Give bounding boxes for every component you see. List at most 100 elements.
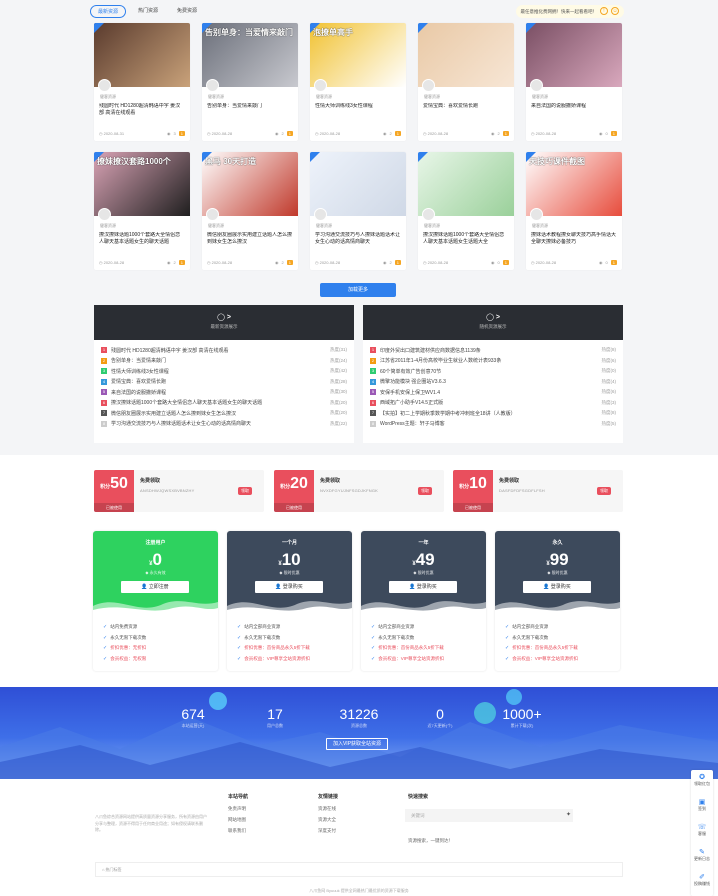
resource-card[interactable]: 黑马 30天打造 健客资源 微信朋友圈展示实用建立话题人怎么撩到妹女生怎么撩汉 ◷ 2… <box>202 152 298 270</box>
card-thumbnail[interactable] <box>418 23 514 87</box>
rank-item-title[interactable]: 学习沟通交流技巧与人撩妹话题话术让女生心动的话高情商聊天 <box>111 420 330 427</box>
stat-value: 0 <box>436 706 444 722</box>
notice-bar[interactable]: 最任意推化费网拥！快来一起看看吧！ ! ☺ <box>515 4 624 18</box>
rank-item-title[interactable]: 残圆时代 HD1280超清韩语中字 姜汉部 高清在线观看 <box>111 347 330 354</box>
rank-item-title[interactable]: 爱情宝典：喜欢爱情长跑 <box>111 378 330 385</box>
resource-card[interactable]: 天技巧课件截图 健客资源 撩妹话术教程撩女聊天技巧高手情话大全聊天撩妹必备技巧 ◷ 2… <box>526 152 622 270</box>
rank-item-title[interactable]: 性情大师训练线3女性课程 <box>111 368 330 375</box>
rank-item[interactable]: 2 告别单身：当爱情来敲门 热度(24) <box>101 356 347 367</box>
rank-item[interactable]: 4 微擎功能模块 强企圈站V3.6.3 热度(4) <box>370 377 616 388</box>
rank-item[interactable]: 7 微信朋友圈展示实用建立话题人怎么撩到妹女生怎么撩汉 热度(20) <box>101 408 347 419</box>
coupon-unit: 积分 <box>459 484 470 490</box>
resource-card[interactable]: 告别单身：当爱情来敲门 健客资源 告别单身：当爱情来敲门 ◷ 2020-08-28 ◉ 2… <box>202 23 298 141</box>
card-thumbnail[interactable]: 撩妹撩汉套路1000个 <box>94 152 190 216</box>
stats-banner: 674 本站运营(天) 17 用户总数 31226 资源总数 0 近7天更新(个) 1000+ 累… <box>0 687 718 779</box>
rank-item[interactable]: 7 【实拍】初二上学期秋季数学期中考冲刺班全18讲（人教版） 热度(8) <box>370 408 616 419</box>
rank-item-title[interactable]: 微擎功能模块 强企圈站V3.6.3 <box>380 378 602 385</box>
plan-buy-button[interactable]: 👤 登录购买 <box>389 581 457 593</box>
card-title[interactable]: 撩妹话术教程撩女聊天技巧高手情话大全聊天撩妹必备技巧 <box>531 232 617 246</box>
resource-card[interactable]: 健客资源 爱情宝典：喜欢爱情长跑 ◷ 2020-08-28 ◉ 2 1 <box>418 23 514 141</box>
card-title[interactable]: 撩汉撩妹话题1000个套路大全情侣恋人聊天基本话题女生话题大全 <box>423 232 509 246</box>
search-icon[interactable]: ✦ <box>566 811 571 818</box>
rank-number: 1 <box>101 347 107 354</box>
rank-item[interactable]: 5 来自法国的说服撒娇课程 热度(30) <box>101 387 347 398</box>
side-toolbar-item[interactable]: ✐ 投稿赚钱 <box>691 870 713 895</box>
resource-card[interactable]: 健客资源 残圆时代 HD1280超清韩语中字 姜汉部 高清在线观看 ◷ 2020-0… <box>94 23 190 141</box>
footer-link[interactable]: 资源大全 <box>318 817 338 828</box>
coupon-get-button[interactable]: 领取 <box>238 487 252 495</box>
card-title[interactable]: 告别单身：当爱情来敲门 <box>207 103 293 110</box>
rank-item-title[interactable]: 印度外贸出口建筑建材供应商数据信息1139条 <box>380 347 602 354</box>
rank-item[interactable]: 8 学习沟通交流技巧与人撩妹话题话术让女生心动的话高情商聊天 热度(22) <box>101 419 347 430</box>
card-thumbnail[interactable] <box>418 152 514 216</box>
coupon-get-button[interactable]: 领取 <box>418 487 432 495</box>
rank-item-title[interactable]: 告别单身：当爱情来敲门 <box>111 357 330 364</box>
resource-card[interactable]: 健客资源 学习沟通交流技巧与人撩妹话题话术让女生心动的话高情商聊天 ◷ 2020-0… <box>310 152 406 270</box>
card-thumbnail[interactable]: 天技巧课件截图 <box>526 152 622 216</box>
plan-buy-button[interactable]: 👤 立即注册 <box>121 581 189 593</box>
side-toolbar-item[interactable]: ✪ 领取红包 <box>691 770 713 795</box>
rank-number: 8 <box>101 420 107 427</box>
footer-link[interactable]: 联系我们 <box>228 828 248 839</box>
rank-item-title[interactable]: 西域拓广小助手V14.5正式版 <box>380 399 602 406</box>
card-thumbnail[interactable]: 告别单身：当爱情来敲门 <box>202 23 298 87</box>
rank-item[interactable]: 4 爱情宝典：喜欢爱情长跑 热度(28) <box>101 377 347 388</box>
tab-latest[interactable]: 最新资源 <box>90 4 127 18</box>
smile-icon[interactable]: ☺ <box>611 7 619 15</box>
join-vip-button[interactable]: 加入VIP获取全站资源 <box>326 738 388 750</box>
resource-card[interactable]: 泡撩单高手 健客资源 性情大师训练线3女性课程 ◷ 2020-08-28 ◉ 2 1 <box>310 23 406 141</box>
card-thumbnail[interactable]: 泡撩单高手 <box>310 23 406 87</box>
side-toolbar-item[interactable]: ☏ 客服 <box>691 820 713 845</box>
rank-item[interactable]: 8 WordPress主题：轩子马博客 热度(5) <box>370 419 616 430</box>
plan-buy-button[interactable]: 👤 登录购买 <box>523 581 591 593</box>
rank-item[interactable]: 5 安保手机安保上保卫WV1.4 热度(6) <box>370 387 616 398</box>
footer-search-input[interactable]: 关键词 <box>405 809 573 822</box>
card-thumbnail[interactable] <box>94 23 190 87</box>
card-thumbnail[interactable] <box>526 23 622 87</box>
plan-buy-button[interactable]: 👤 登录购买 <box>255 581 323 593</box>
side-toolbar-item[interactable]: ▣ 签到 <box>691 795 713 820</box>
card-meta: ◷ 2020-08-28 ◉ 0 1 <box>531 260 617 265</box>
rank-item-title[interactable]: 来自法国的说服撒娇课程 <box>111 389 330 396</box>
coupon-get-button[interactable]: 领取 <box>597 487 611 495</box>
rank-item[interactable]: 6 撩汉撩妹话题1000个套路大全情侣恋人聊天基本话题女生的聊天话题 热度(20) <box>101 398 347 409</box>
resource-card[interactable]: 撩妹撩汉套路1000个 健客资源 撩汉撩妹话题1000个套路大全情侣恋人聊天基本话题… <box>94 152 190 270</box>
stat-item: 31226 资源总数 <box>334 706 384 729</box>
card-thumbnail[interactable]: 黑马 30天打造 <box>202 152 298 216</box>
footer-link[interactable]: 网站地图 <box>228 817 248 828</box>
resource-card[interactable]: 健客资源 来自法国的说服撒娇课程 ◷ 2020-08-28 ◉ 0 1 <box>526 23 622 141</box>
plan-header: 永久 ¥99 ◆ 限时优惠 👤 登录购买 <box>495 531 620 614</box>
card-title[interactable]: 残圆时代 HD1280超清韩语中字 姜汉部 高清在线观看 <box>99 103 185 117</box>
footer-link[interactable]: 资源在线 <box>318 806 338 817</box>
rank-item-title[interactable]: 撩汉撩妹话题1000个套路大全情侣恋人聊天基本话题女生的聊天话题 <box>111 399 330 406</box>
card-title[interactable]: 来自法国的说服撒娇课程 <box>531 103 617 110</box>
rank-item-title[interactable]: WordPress主题：轩子马博客 <box>380 420 602 427</box>
footer-link[interactable]: 免责声明 <box>228 806 248 817</box>
rank-item[interactable]: 1 残圆时代 HD1280超清韩语中字 姜汉部 高清在线观看 热度(31) <box>101 345 347 356</box>
card-title[interactable]: 学习沟通交流技巧与人撩妹话题话术让女生心动的话高情商聊天 <box>315 232 401 246</box>
tab-hot[interactable]: 热门资源 <box>131 5 165 18</box>
card-thumbnail[interactable] <box>310 152 406 216</box>
footer-link[interactable]: 深度支付 <box>318 828 338 839</box>
resource-card[interactable]: 健客资源 撩汉撩妹话题1000个套路大全情侣恋人聊天基本话题女生话题大全 ◷ 202… <box>418 152 514 270</box>
info-icon[interactable]: ! <box>600 7 608 15</box>
tab-free[interactable]: 免费资源 <box>170 5 204 18</box>
rank-item[interactable]: 2 江苏省2011年1-4月份高校毕业生就业人数统计表933条 热度(6) <box>370 356 616 367</box>
rank-item-title[interactable]: 微信朋友圈展示实用建立话题人怎么撩到妹女生怎么撩汉 <box>111 410 330 417</box>
card-title[interactable]: 撩汉撩妹话题1000个套路大全情侣恋人聊天基本话题女生的聊天话题 <box>99 232 185 246</box>
rank-item-title[interactable]: 60个简单有效广告创意70节 <box>380 368 602 375</box>
rank-item-title[interactable]: 安保手机安保上保卫WV1.4 <box>380 389 602 396</box>
coupon-card: 积分50 已被使用 免费领取 ANSDHWJQWSXBVBNZHY 领取 <box>94 470 264 512</box>
side-toolbar-item[interactable]: ✎ 更新日志 <box>691 845 713 870</box>
rank-item[interactable]: 3 性情大师训练线3女性课程 热度(42) <box>101 366 347 377</box>
load-more-button[interactable]: 加载更多 <box>320 283 396 297</box>
card-title[interactable]: 微信朋友圈展示实用建立话题人怎么撩到妹女生怎么撩汉 <box>207 232 293 246</box>
rank-item[interactable]: 1 印度外贸出口建筑建材供应商数据信息1139条 热度(8) <box>370 345 616 356</box>
card-title[interactable]: 性情大师训练线3女性课程 <box>315 103 401 110</box>
rank-item[interactable]: 3 60个简单有效广告创意70节 热度(0) <box>370 366 616 377</box>
rank-item[interactable]: 6 西域拓广小助手V14.5正式版 热度(3) <box>370 398 616 409</box>
rank-item-title[interactable]: 【实拍】初二上学期秋季数学期中考冲刺班全18讲（人教版） <box>380 410 602 417</box>
plan-feature: ✓ 站内全部商业资源 <box>371 622 476 633</box>
card-title[interactable]: 爱情宝典：喜欢爱情长跑 <box>423 103 509 110</box>
rank-item-title[interactable]: 江苏省2011年1-4月份高校毕业生就业人数统计表933条 <box>380 357 602 364</box>
